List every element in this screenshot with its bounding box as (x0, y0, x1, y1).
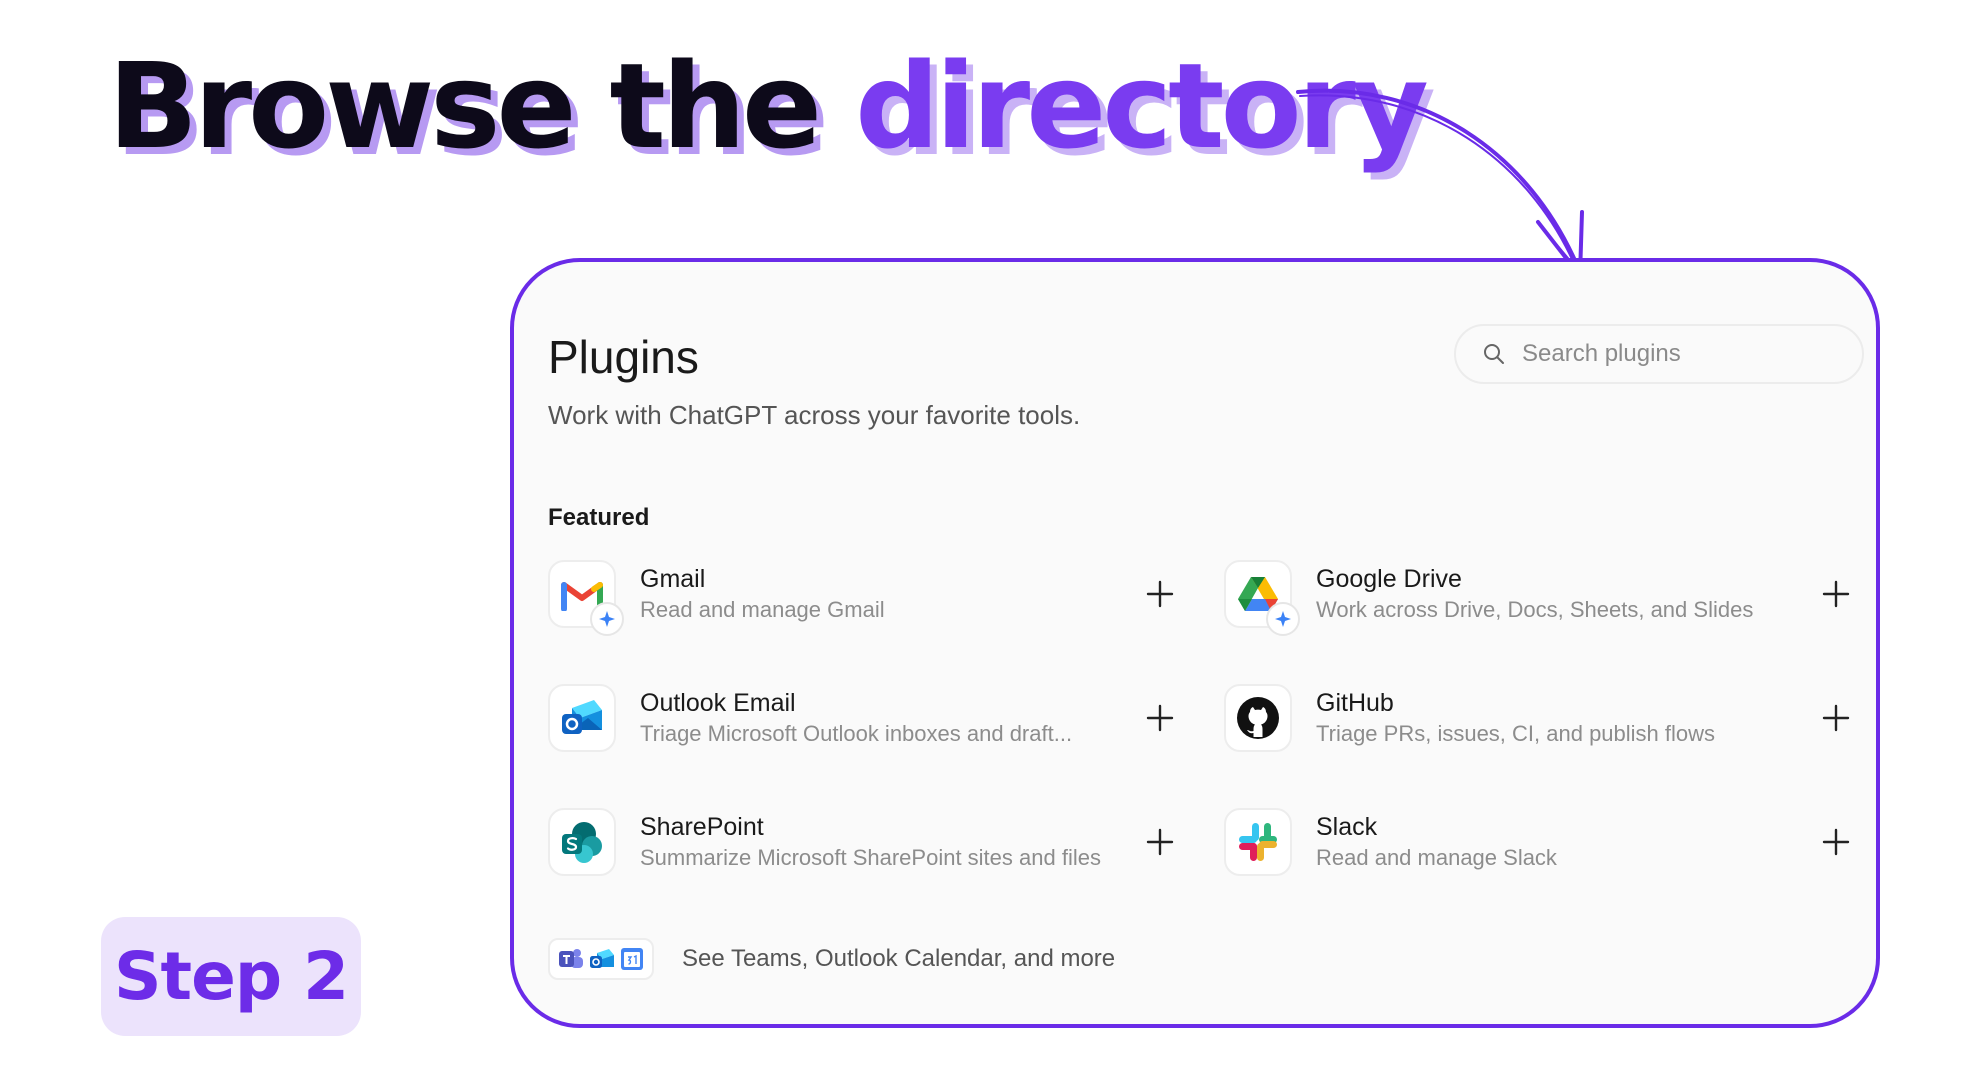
add-gmail-button[interactable] (1140, 574, 1180, 614)
plugin-item-google-drive[interactable]: Google Drive Work across Drive, Docs, Sh… (1224, 558, 1806, 636)
plugin-name: GitHub (1316, 689, 1394, 717)
slack-icon (1224, 808, 1292, 876)
plus-icon (1822, 828, 1850, 856)
headline-text-accent: directory (855, 37, 1429, 175)
section-label-featured: Featured (548, 504, 650, 531)
gmail-icon (548, 560, 624, 636)
plus-icon (1146, 704, 1174, 732)
plugin-name: Google Drive (1316, 565, 1462, 593)
plugin-name: Outlook Email (640, 689, 796, 717)
plugin-description: Read and manage Gmail (640, 597, 885, 622)
plugin-description: Work across Drive, Docs, Sheets, and Sli… (1316, 597, 1754, 622)
more-plugins-icons (548, 938, 654, 980)
google-calendar-icon (620, 948, 643, 970)
google-drive-icon (1224, 560, 1300, 636)
plugin-description: Summarize Microsoft SharePoint sites and… (640, 845, 1101, 870)
search-icon (1484, 344, 1504, 364)
plugin-item-slack[interactable]: Slack Read and manage Slack (1224, 806, 1806, 878)
headline: Browse the directory (108, 41, 1429, 172)
add-slack-button[interactable] (1816, 822, 1856, 862)
github-icon (1224, 684, 1292, 752)
plugin-item-sharepoint[interactable]: SharePoint Summarize Microsoft SharePoin… (548, 806, 1130, 878)
add-google-drive-button[interactable] (1816, 574, 1856, 614)
plugin-item-github[interactable]: GitHub Triage PRs, issues, CI, and publi… (1224, 682, 1806, 754)
plugin-description: Triage PRs, issues, CI, and publish flow… (1316, 721, 1716, 746)
page-subtitle: Work with ChatGPT across your favorite t… (548, 400, 1081, 430)
plugins-panel: Plugins Work with ChatGPT across your fa… (510, 258, 1880, 1028)
teams-icon (559, 949, 584, 968)
plugin-description: Read and manage Slack (1316, 845, 1557, 870)
search-input[interactable] (1520, 339, 1844, 369)
plus-icon (1822, 704, 1850, 732)
add-outlook-email-button[interactable] (1140, 698, 1180, 738)
step-badge-label: Step 2 (114, 938, 349, 1015)
plugin-name: SharePoint (640, 813, 764, 841)
plugin-item-outlook-email[interactable]: Outlook Email Triage Microsoft Outlook i… (548, 682, 1130, 754)
plus-icon (1146, 580, 1174, 608)
see-more-link[interactable]: See Teams, Outlook Calendar, and more (548, 938, 1115, 980)
plugin-description: Triage Microsoft Outlook inboxes and dra… (640, 721, 1073, 746)
step-badge: Step 2 (101, 917, 361, 1036)
plus-icon (1822, 580, 1850, 608)
outlook-calendar-icon (589, 949, 614, 968)
plugin-item-gmail[interactable]: Gmail Read and manage Gmail (548, 558, 1130, 636)
sparkle-icon (590, 602, 624, 636)
plus-icon (1146, 828, 1174, 856)
plugin-name: Gmail (640, 565, 706, 593)
add-github-button[interactable] (1816, 698, 1856, 738)
outlook-icon (548, 684, 616, 752)
sparkle-icon (1266, 602, 1300, 636)
page-title: Plugins (548, 331, 699, 383)
sharepoint-icon (548, 808, 616, 876)
plugin-name: Slack (1316, 813, 1378, 841)
headline-text-main: Browse the (108, 37, 856, 175)
search-box[interactable] (1454, 324, 1864, 384)
see-more-label: See Teams, Outlook Calendar, and more (682, 945, 1116, 972)
add-sharepoint-button[interactable] (1140, 822, 1180, 862)
